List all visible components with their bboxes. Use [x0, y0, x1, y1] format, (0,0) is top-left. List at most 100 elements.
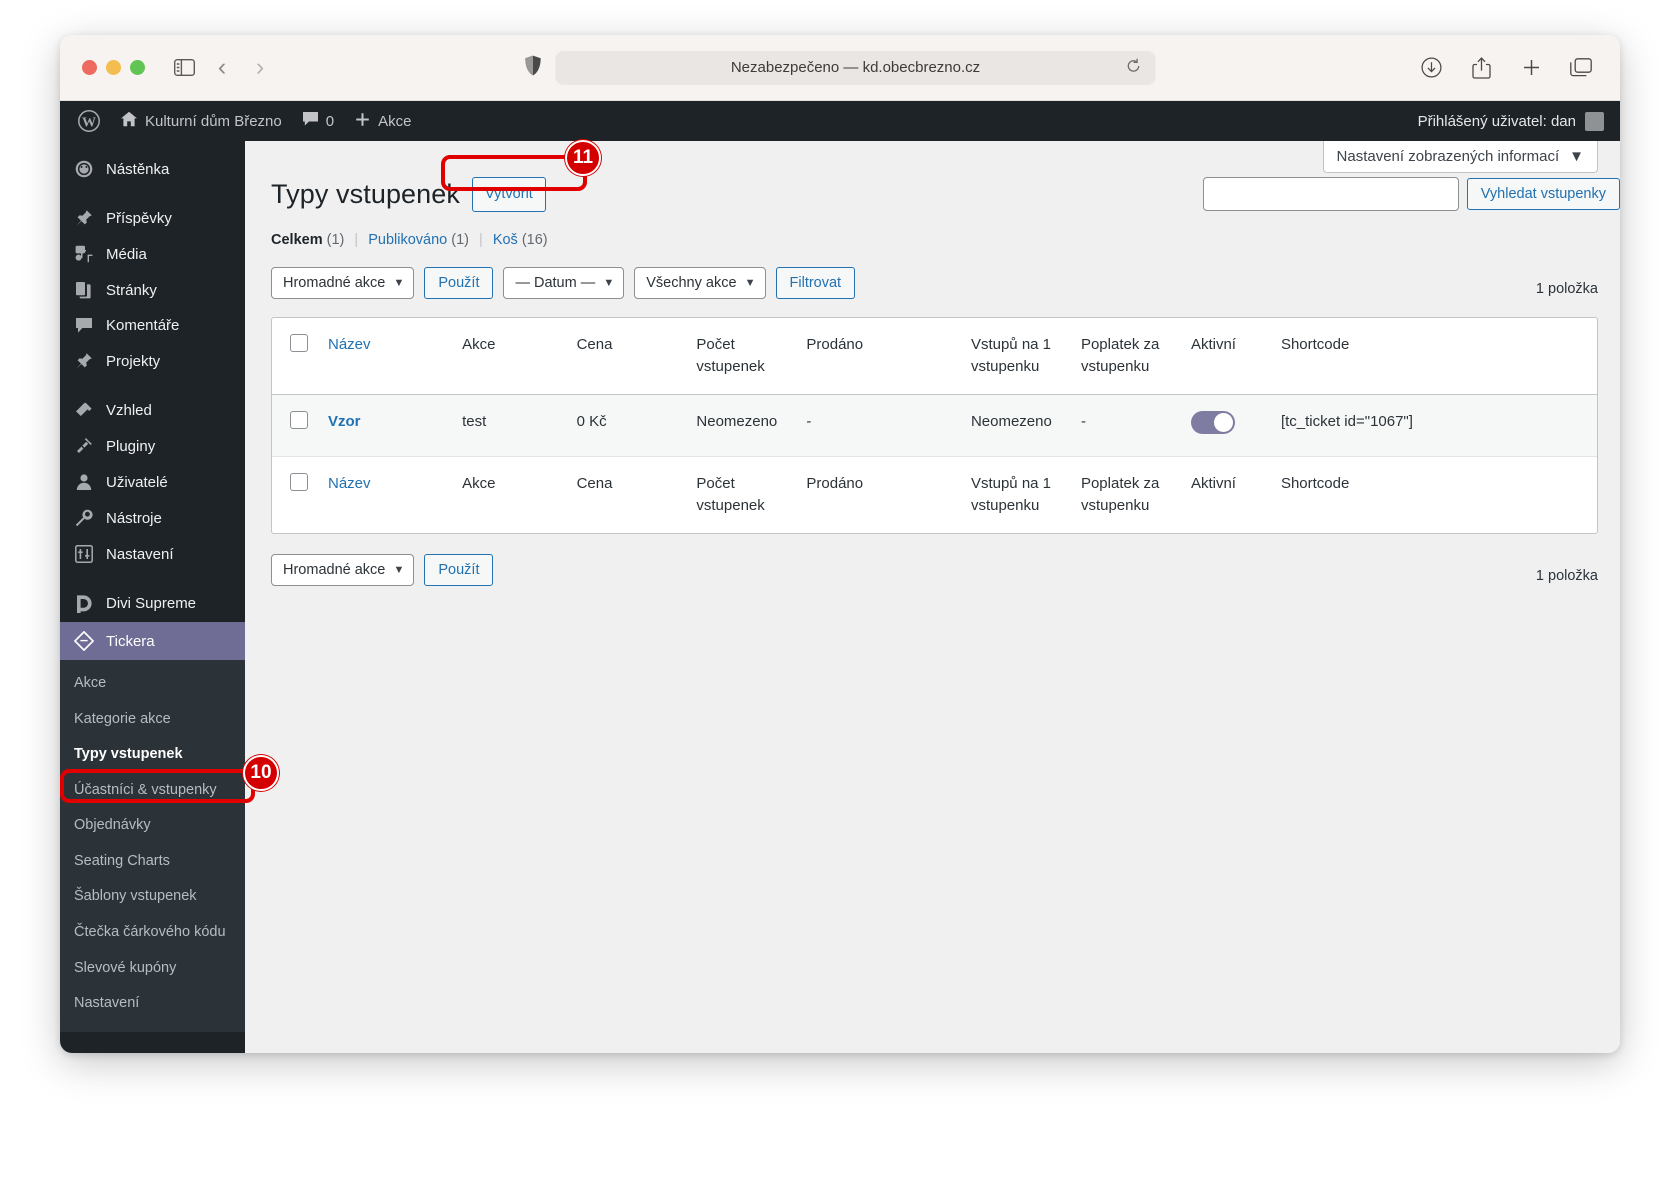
view-trash-link[interactable]: Koš	[493, 232, 518, 248]
submenu-item-seating-charts[interactable]: Seating Charts	[60, 844, 245, 880]
search-box: Vyhledat vstupenky	[1203, 177, 1620, 211]
ticket-icon	[74, 631, 94, 651]
comments-menu[interactable]: 0	[292, 101, 344, 141]
admin-body: Nástěnka Příspěvky	[60, 141, 1620, 1053]
new-content-menu[interactable]: Akce	[344, 101, 421, 141]
sidebar-item-appearance[interactable]: Vzhled	[60, 392, 245, 428]
sidebar-item-label: Příspěvky	[106, 210, 172, 227]
site-name-menu[interactable]: Kulturní dům Březno	[110, 101, 292, 141]
user-icon	[74, 473, 94, 491]
submenu-item-objednavky[interactable]: Objednávky	[60, 808, 245, 844]
sidebar-item-projects[interactable]: Projekty	[60, 343, 245, 379]
cell-fee: -	[1071, 395, 1181, 458]
filter-button[interactable]: Filtrovat	[776, 267, 856, 299]
bulk-actions-select-top[interactable]: Hromadné akce ▼	[271, 267, 414, 299]
active-toggle[interactable]	[1191, 411, 1235, 434]
submenu-item-akce[interactable]: Akce	[60, 666, 245, 702]
submenu-item-nastaveni[interactable]: Nastavení	[60, 986, 245, 1022]
sidebar-item-label: Tickera	[106, 633, 155, 650]
row-select-cell[interactable]	[272, 395, 318, 458]
search-input[interactable]	[1203, 177, 1459, 211]
view-published-link[interactable]: Publikováno	[368, 232, 447, 248]
chevron-down-icon: ▼	[393, 277, 404, 289]
column-footer-price: Cena	[567, 457, 687, 533]
tickera-submenu: Akce Kategorie akce Typy vstupenek Účast…	[60, 660, 245, 1032]
sidebar-item-label: Divi Supreme	[106, 595, 196, 612]
close-window-button[interactable]	[82, 60, 97, 75]
column-header-fee: Poplatek za vstupenku	[1071, 318, 1181, 395]
view-all-label[interactable]: Celkem	[271, 232, 323, 248]
event-filter-select[interactable]: Všechny akce ▼	[634, 267, 765, 299]
sidebar-item-pages[interactable]: Stránky	[60, 272, 245, 308]
date-filter-select[interactable]: — Datum — ▼	[503, 267, 624, 299]
ticket-name-link[interactable]: Vzor	[328, 413, 361, 430]
shield-icon[interactable]	[525, 55, 542, 81]
maximize-window-button[interactable]	[130, 60, 145, 75]
date-filter-value: — Datum —	[515, 275, 595, 291]
pages-icon	[74, 281, 94, 299]
back-button[interactable]: ‹	[205, 51, 239, 85]
download-icon[interactable]	[1414, 51, 1448, 85]
screen-options-button[interactable]: Nastavení zobrazených informací ▼	[1323, 141, 1598, 173]
wordpress-logo-icon[interactable]: W	[68, 101, 110, 141]
account-menu[interactable]: Přihlášený uživatel: dan	[1418, 112, 1604, 131]
comment-bubble-icon	[302, 111, 319, 131]
sidebar-item-dashboard[interactable]: Nástěnka	[60, 151, 245, 187]
plugin-icon	[74, 437, 94, 455]
sidebar-item-users[interactable]: Uživatelé	[60, 464, 245, 500]
add-new-button[interactable]: Vytvořit	[472, 177, 546, 212]
reload-icon[interactable]	[1126, 58, 1142, 78]
sidebar-item-plugins[interactable]: Pluginy	[60, 428, 245, 464]
minimize-window-button[interactable]	[106, 60, 121, 75]
address-bar[interactable]: Nezabezpečeno — kd.obecbrezno.cz	[556, 51, 1156, 85]
appearance-brush-icon	[74, 401, 94, 419]
submenu-item-kategorie-akce[interactable]: Kategorie akce	[60, 702, 245, 738]
tablenav-top: Hromadné akce ▼ Použít — Datum — ▼ Všech…	[271, 248, 1598, 299]
submenu-item-slevove-kupony[interactable]: Slevové kupóny	[60, 951, 245, 987]
search-button[interactable]: Vyhledat vstupenky	[1467, 178, 1620, 210]
comment-icon	[74, 317, 94, 334]
sidebar-toggle-icon[interactable]	[167, 51, 201, 85]
column-footer-name[interactable]: Název	[318, 457, 452, 533]
sidebar-item-label: Komentáře	[106, 317, 179, 334]
column-header-active: Aktivní	[1181, 318, 1271, 395]
plus-icon	[354, 111, 371, 132]
sidebar-item-posts[interactable]: Příspěvky	[60, 200, 245, 236]
column-header-name[interactable]: Název	[318, 318, 452, 395]
submenu-item-ctecka-carkoveho-kodu[interactable]: Čtečka čárkového kódu	[60, 915, 245, 951]
select-all-header[interactable]	[272, 318, 318, 395]
media-icon	[74, 245, 94, 263]
sidebar-item-tickera[interactable]: Tickera	[60, 622, 245, 660]
admin-sidebar: Nástěnka Příspěvky	[60, 141, 245, 1053]
share-icon[interactable]	[1464, 51, 1498, 85]
submenu-item-ucastnici-vstupenky[interactable]: Účastníci & vstupenky	[60, 773, 245, 809]
submenu-item-sablony-vstupenek[interactable]: Šablony vstupenek	[60, 879, 245, 915]
row-checkbox[interactable]	[290, 411, 308, 429]
tabs-overview-icon[interactable]	[1564, 51, 1598, 85]
sidebar-item-media[interactable]: Média	[60, 236, 245, 272]
cell-event: test	[452, 395, 566, 458]
window-controls[interactable]	[82, 60, 145, 75]
sort-name-link[interactable]: Název	[328, 336, 371, 353]
apply-button-bottom[interactable]: Použít	[424, 554, 493, 586]
sidebar-item-settings[interactable]: Nastavení	[60, 536, 245, 572]
item-count-top: 1 položka	[1536, 281, 1598, 297]
sort-name-link-footer[interactable]: Název	[328, 475, 371, 492]
forward-button[interactable]: ›	[243, 51, 277, 85]
wrench-icon	[74, 509, 94, 527]
select-all-checkbox-footer[interactable]	[290, 473, 308, 491]
event-filter-value: Všechny akce	[646, 275, 736, 291]
sidebar-item-tools[interactable]: Nástroje	[60, 500, 245, 536]
sidebar-item-comments[interactable]: Komentáře	[60, 308, 245, 343]
select-all-checkbox[interactable]	[290, 334, 308, 352]
apply-button-top[interactable]: Použít	[424, 267, 493, 299]
column-footer-fee: Poplatek za vstupenku	[1071, 457, 1181, 533]
sidebar-item-divi-supreme[interactable]: Divi Supreme	[60, 585, 245, 622]
new-tab-icon[interactable]	[1514, 51, 1548, 85]
sidebar-item-label: Nástěnka	[106, 161, 169, 178]
bulk-actions-select-bottom[interactable]: Hromadné akce ▼	[271, 554, 414, 586]
cell-sold: -	[796, 395, 961, 458]
submenu-item-typy-vstupenek[interactable]: Typy vstupenek	[60, 737, 245, 773]
select-all-footer[interactable]	[272, 457, 318, 533]
column-footer-ticket-count: Počet vstupenek	[686, 457, 796, 533]
